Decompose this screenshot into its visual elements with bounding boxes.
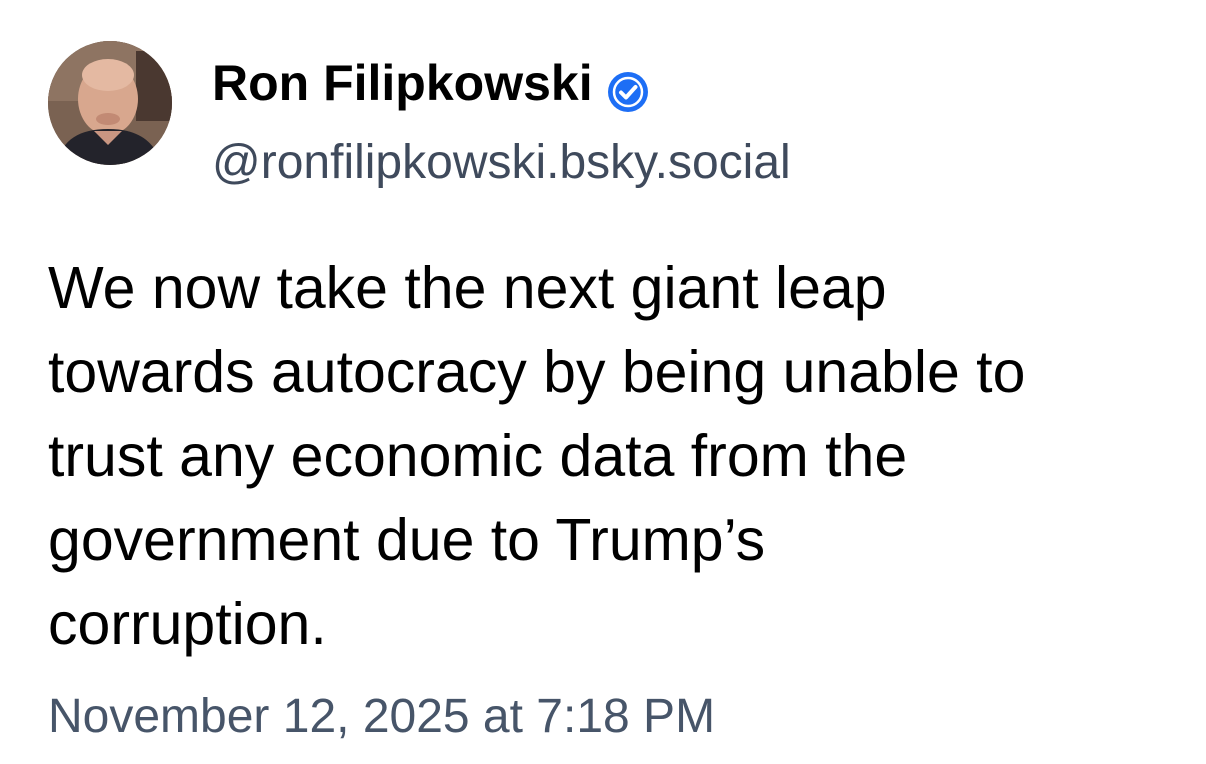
post-card: Ron Filipkowski @ronfilipkowski.bsky.soc… [0,0,1206,764]
post-text-line: government due to Trump’s [48,507,766,573]
post-timestamp[interactable]: November 12, 2025 at 7:18 PM [48,685,715,749]
author-avatar[interactable] [48,41,172,165]
author-display-name-row: Ron Filipkowski [212,50,649,116]
verified-check-icon[interactable] [607,63,649,112]
avatar-photo-icon [48,41,172,165]
author-display-name[interactable]: Ron Filipkowski [212,50,593,116]
post-text-line: We now take the next giant leap [48,255,887,321]
post-text-line: trust any economic data from the [48,423,908,489]
author-handle[interactable]: @ronfilipkowski.bsky.social [212,132,791,194]
post-text-line: towards autocracy by being unable to [48,339,1026,405]
post-text-line: corruption. [48,591,327,657]
post-body: We now take the next giant leap towards … [48,246,1178,666]
